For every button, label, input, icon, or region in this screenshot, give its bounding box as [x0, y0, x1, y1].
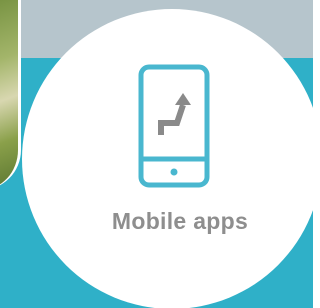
landscape-photo-edge — [0, 0, 21, 190]
mobile-phone-arrow-icon — [138, 64, 210, 188]
tile-label: Mobile apps — [111, 208, 249, 234]
app-tile-area: Mobile apps — [0, 0, 313, 308]
